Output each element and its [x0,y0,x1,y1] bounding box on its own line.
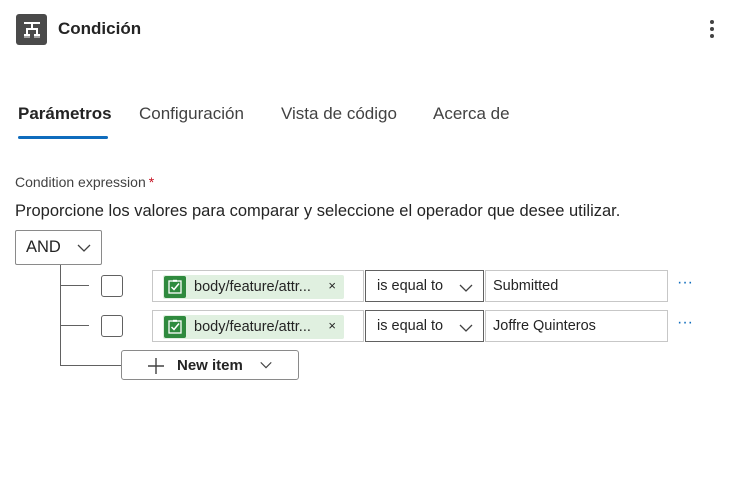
required-mark: * [148,174,155,190]
group-operator-value: AND [26,238,61,256]
form-icon [164,276,186,298]
operator-value: is equal to [377,318,444,334]
left-operand-field[interactable]: body/feature/attr... × [152,310,364,342]
chevron-down-icon [459,284,473,292]
row-checkbox[interactable] [101,315,123,337]
condition-description: Proporcione los valores para comparar y … [15,202,621,220]
new-item-label: New item [177,357,243,374]
operator-dropdown[interactable]: is equal to [365,270,484,302]
tree-branch [60,285,89,286]
chevron-down-icon [459,324,473,332]
tab-parametros[interactable]: Parámetros [18,104,112,124]
more-vertical-icon[interactable] [704,18,720,40]
token-label: body/feature/attr... [194,319,311,335]
tree-branch [60,325,89,326]
new-item-button[interactable]: New item [121,350,299,380]
dynamic-content-token[interactable]: body/feature/attr... × [163,275,344,299]
token-remove-button[interactable]: × [328,278,336,293]
row-checkbox[interactable] [101,275,123,297]
right-operand-input[interactable] [485,310,668,342]
panel-title: Condición [58,19,142,38]
condition-expression-label: Condition expression * [15,174,155,190]
tab-acerca-de[interactable]: Acerca de [433,104,510,124]
form-icon [164,316,186,338]
left-operand-field[interactable]: body/feature/attr... × [152,270,364,302]
token-remove-button[interactable]: × [328,318,336,333]
operator-value: is equal to [377,278,444,294]
token-label: body/feature/attr... [194,279,311,295]
plus-icon [148,358,164,374]
tab-vista-de-codigo[interactable]: Vista de código [281,104,397,124]
tree-branch [60,365,121,366]
row-more-button[interactable]: ··· [677,314,693,332]
chevron-down-icon [260,361,272,369]
tab-configuracion[interactable]: Configuración [139,104,244,124]
condition-icon [16,14,47,45]
row-more-button[interactable]: ··· [677,274,693,292]
group-operator-dropdown[interactable]: AND [15,230,102,265]
dynamic-content-token[interactable]: body/feature/attr... × [163,315,344,339]
chevron-down-icon [77,244,91,252]
operator-dropdown[interactable]: is equal to [365,310,484,342]
tree-connector [60,265,61,365]
active-tab-indicator [18,136,108,139]
right-operand-input[interactable] [485,270,668,302]
